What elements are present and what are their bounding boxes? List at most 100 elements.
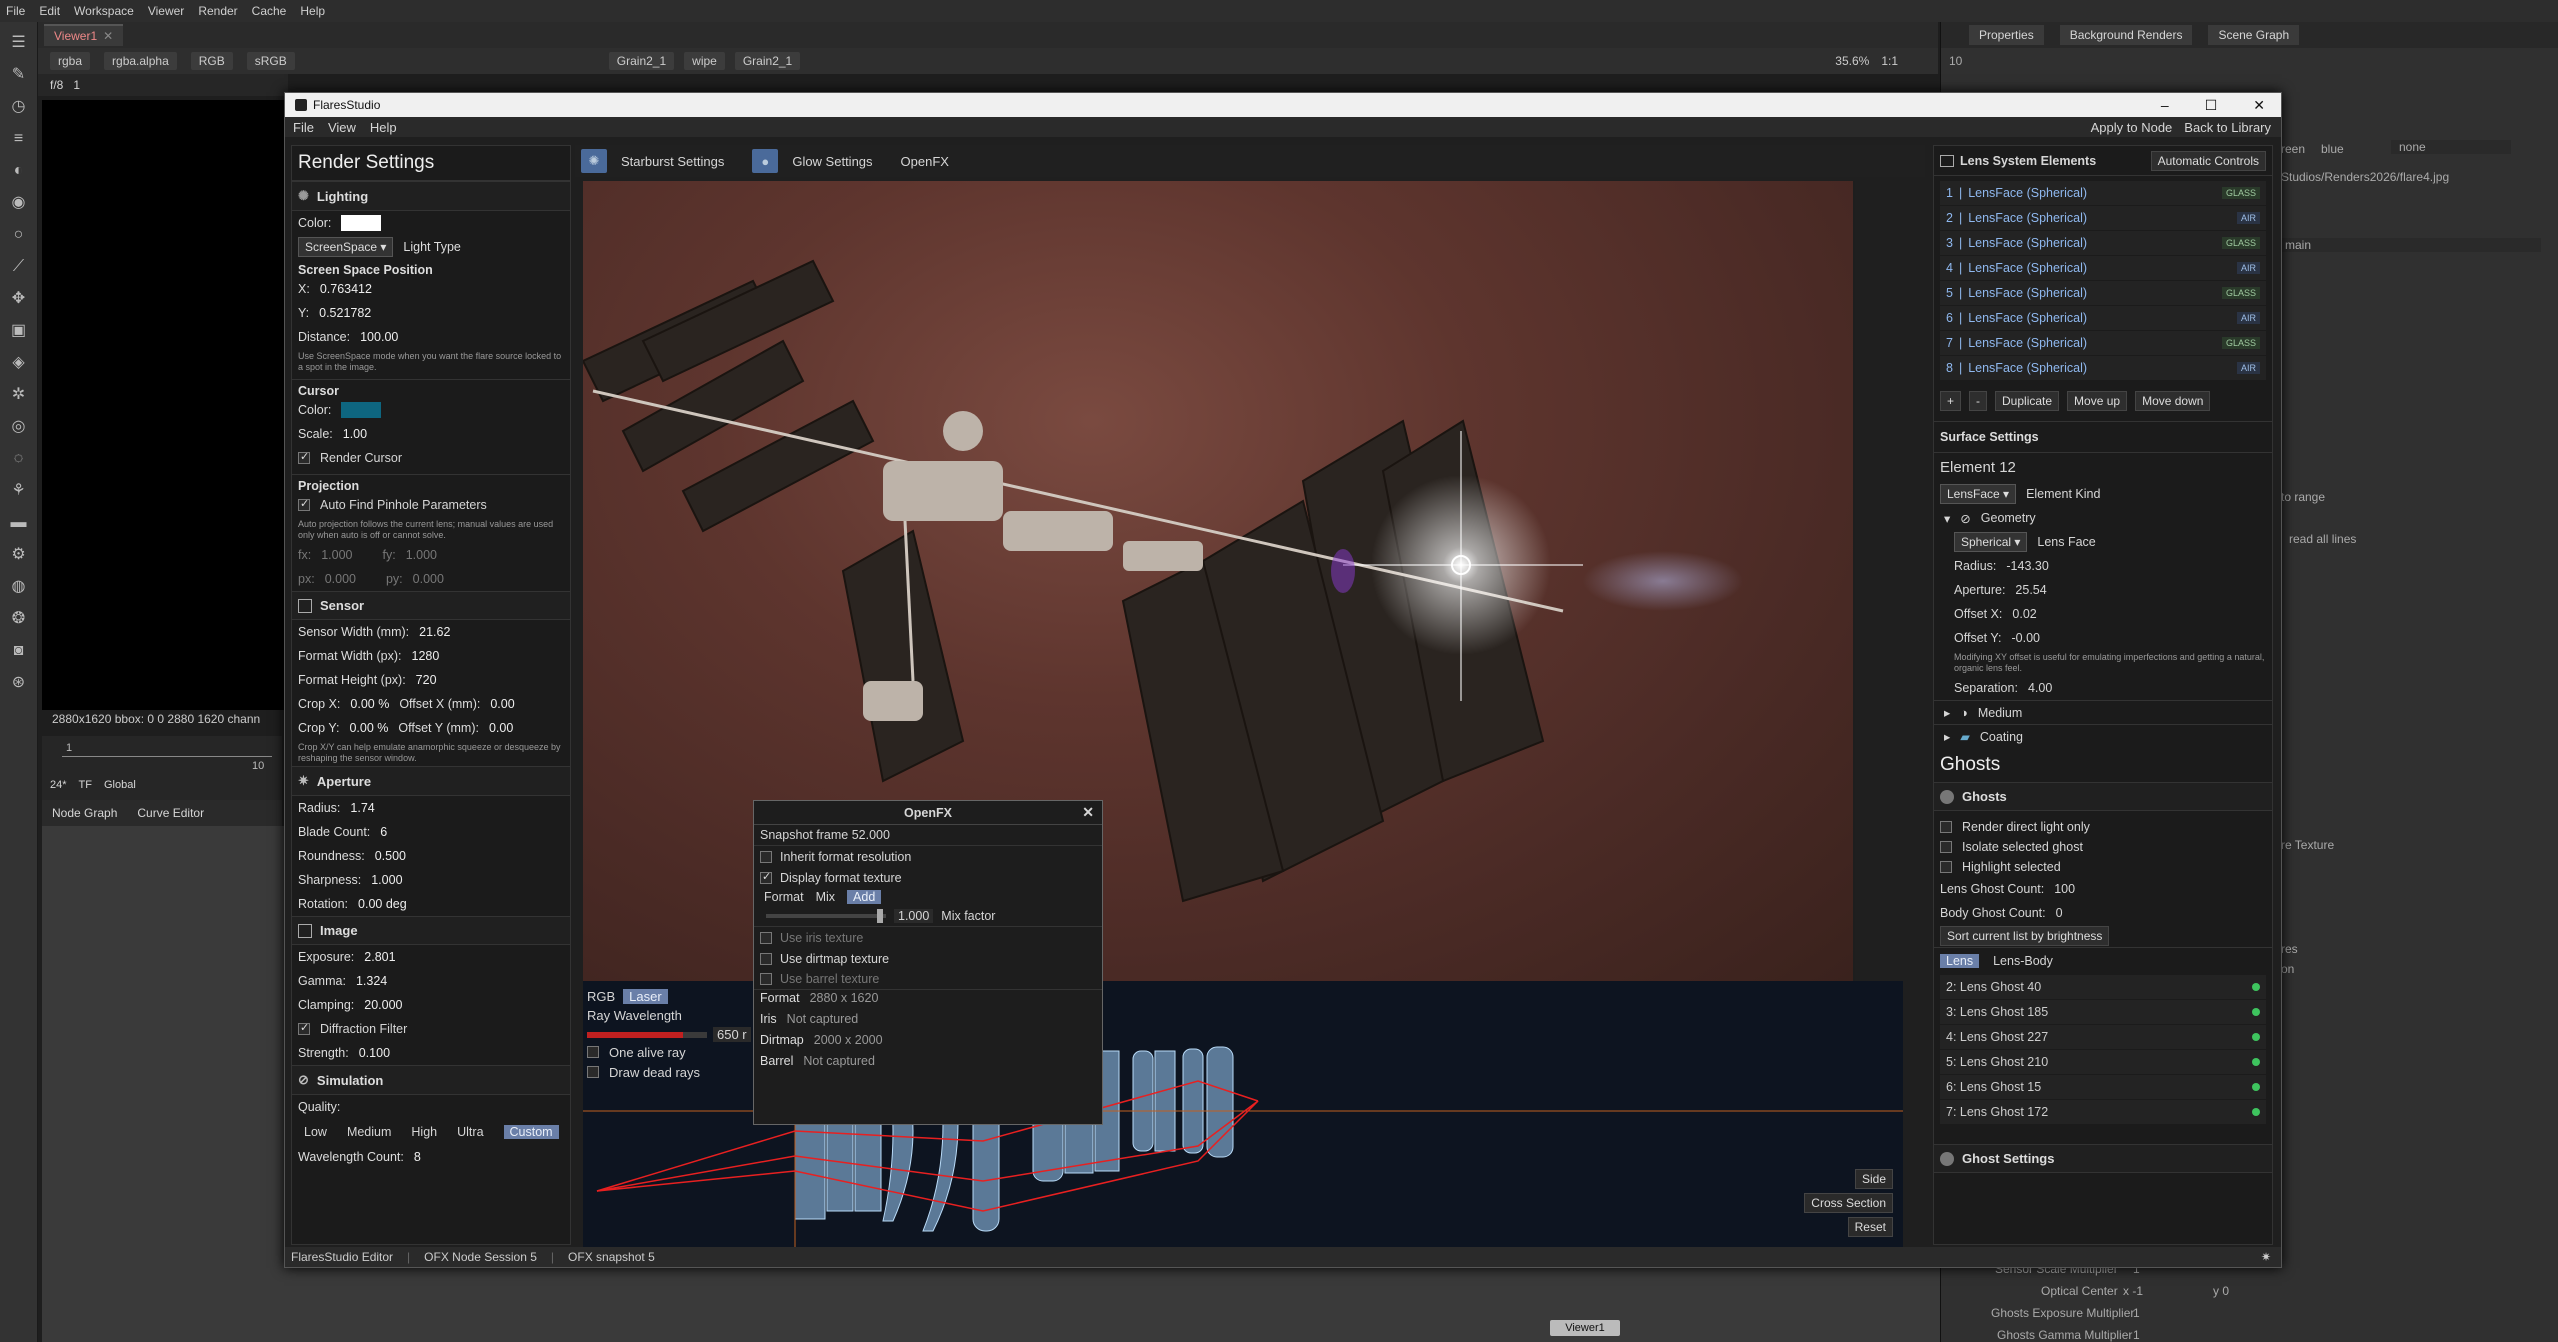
gizmo-icon[interactable]: ◙ xyxy=(8,640,30,662)
inherit-checkbox[interactable] xyxy=(760,850,772,863)
exposure-field[interactable]: 2.801 xyxy=(364,950,395,964)
ssp-x-field[interactable]: 0.763412 xyxy=(320,282,372,296)
list-item[interactable]: 5: Lens Ghost 210 xyxy=(1940,1050,2266,1074)
color-icon[interactable]: ◐ xyxy=(8,160,30,182)
lighting-section-header[interactable]: ✺ Lighting xyxy=(292,181,570,211)
openfx-dialog-titlebar[interactable]: OpenFX ✕ xyxy=(754,801,1102,825)
mix-slider-handle[interactable] xyxy=(877,909,883,923)
crop-x-field[interactable]: 0.00 % xyxy=(350,697,389,711)
quality-ultra[interactable]: Ultra xyxy=(457,1125,483,1139)
alpha-select[interactable]: rgba.alpha xyxy=(104,52,177,70)
render-cursor-checkbox[interactable] xyxy=(298,450,310,464)
max-panels[interactable]: 10 xyxy=(1949,54,1962,68)
aperture-section-header[interactable]: ✷ Aperture xyxy=(292,766,570,796)
toolsets-icon[interactable]: ◎ xyxy=(8,416,30,438)
display-texture-checkbox[interactable] xyxy=(760,870,772,884)
minimize-icon[interactable]: – xyxy=(2161,97,2169,114)
light-type-select[interactable]: ScreenSpace ▾ xyxy=(298,237,394,257)
menu-viewer[interactable]: Viewer xyxy=(148,4,184,18)
layout-icon[interactable]: ☰ xyxy=(8,32,30,54)
glow-icon[interactable]: ● xyxy=(752,149,779,173)
menu-workspace[interactable]: Workspace xyxy=(74,4,134,18)
move-up-button[interactable]: Move up xyxy=(2067,391,2128,411)
deep-icon[interactable]: ⚘ xyxy=(8,480,30,502)
transform-icon[interactable]: ✥ xyxy=(8,288,30,310)
window-titlebar[interactable]: FlaresStudio – ☐ ✕ xyxy=(285,93,2281,117)
tab-node-graph[interactable]: Node Graph xyxy=(52,806,117,820)
channels-select[interactable]: rgba xyxy=(50,52,91,70)
filter-icon[interactable]: ◉ xyxy=(8,192,30,214)
wavelength-value[interactable]: 650 r xyxy=(713,1027,751,1042)
radius-field[interactable]: 1.74 xyxy=(350,801,374,815)
body-ghost-count-field[interactable]: 0 xyxy=(2056,906,2063,920)
one-alive-checkbox[interactable] xyxy=(587,1046,599,1058)
element-kind-select[interactable]: LensFace ▾ xyxy=(1940,484,2017,504)
fy-field[interactable]: 1.000 xyxy=(406,548,437,562)
quality-low[interactable]: Low xyxy=(304,1125,327,1139)
py-field[interactable]: 0.000 xyxy=(413,572,444,586)
close-icon[interactable]: ✕ xyxy=(103,29,113,43)
format-height-field[interactable]: 720 xyxy=(416,673,437,687)
mix-slider[interactable] xyxy=(766,909,886,923)
automatic-controls-button[interactable]: Automatic Controls xyxy=(2150,150,2266,171)
sharpness-field[interactable]: 1.000 xyxy=(371,873,402,887)
plugin-icon[interactable]: ⊛ xyxy=(8,672,30,694)
separation-field[interactable]: 4.00 xyxy=(2028,681,2052,695)
ghost-gamma-value[interactable]: 1 xyxy=(2133,1328,2140,1342)
lens-ghost-count-field[interactable]: 100 xyxy=(2054,882,2075,896)
surface-offx-field[interactable]: 0.02 xyxy=(2012,607,2036,621)
ghost-exposure-value[interactable]: 1 xyxy=(2133,1306,2140,1320)
colorspace-select[interactable]: sRGB xyxy=(246,52,295,70)
auto-find-checkbox[interactable] xyxy=(298,497,310,511)
reset-button[interactable]: Reset xyxy=(1847,1217,1893,1237)
quality-medium[interactable]: Medium xyxy=(347,1125,391,1139)
optical-center-x[interactable]: x -1 xyxy=(2123,1284,2143,1298)
quality-custom[interactable]: Custom xyxy=(503,1125,559,1139)
list-item[interactable]: 3 | LensFace (Spherical) GLASS xyxy=(1940,231,2266,255)
surface-aperture-field[interactable]: 25.54 xyxy=(2015,583,2046,597)
pixel-ratio[interactable]: 1:1 xyxy=(1881,54,1898,68)
metadata-icon[interactable]: ✲ xyxy=(8,384,30,406)
list-item[interactable]: 2 | LensFace (Spherical) AIR xyxy=(1940,206,2266,230)
merge-icon[interactable]: ⟋ xyxy=(8,256,30,278)
mode-mix[interactable]: Mix xyxy=(816,890,835,904)
lens-face-select[interactable]: Spherical ▾ xyxy=(1954,532,2028,552)
move-down-button[interactable]: Move down xyxy=(2135,391,2211,411)
image-section-header[interactable]: Image xyxy=(292,916,570,945)
isolate-checkbox[interactable] xyxy=(1940,841,1952,853)
cursor-color-swatch[interactable] xyxy=(341,402,382,418)
viewer-node[interactable]: Viewer1 xyxy=(1550,1320,1620,1336)
list-item[interactable]: 3: Lens Ghost 185 xyxy=(1940,1000,2266,1024)
add-element-button[interactable]: + xyxy=(1940,391,1962,411)
tab-starburst-settings[interactable]: Starburst Settings xyxy=(621,154,724,169)
render-direct-checkbox[interactable] xyxy=(1940,821,1952,833)
fs-menu-view[interactable]: View xyxy=(328,120,356,135)
starburst-icon[interactable]: ✺ xyxy=(581,149,607,173)
format-width-field[interactable]: 1280 xyxy=(412,649,440,663)
remove-element-button[interactable]: - xyxy=(1969,391,1988,411)
flare-cursor-icon[interactable] xyxy=(1451,555,1471,575)
fps-select[interactable]: 24* xyxy=(50,779,67,791)
zoom-level[interactable]: 35.6% xyxy=(1835,54,1869,68)
list-item[interactable]: 4 | LensFace (Spherical) AIR xyxy=(1940,256,2266,280)
menu-cache[interactable]: Cache xyxy=(252,4,287,18)
channel-blue[interactable]: blue xyxy=(2321,142,2344,156)
clamping-field[interactable]: 20.000 xyxy=(364,998,402,1012)
list-item[interactable]: 5 | LensFace (Spherical) GLASS xyxy=(1940,281,2266,305)
rotation-field[interactable]: 0.00 deg xyxy=(358,897,407,911)
settings-gear-icon[interactable]: ✷ xyxy=(2261,1250,2271,1264)
ghost-settings-header[interactable]: Ghost Settings xyxy=(1934,1144,2272,1173)
global-select[interactable]: Global xyxy=(104,779,136,791)
apply-to-node-button[interactable]: Apply to Node xyxy=(2091,120,2173,135)
distance-field[interactable]: 100.00 xyxy=(360,330,398,344)
input-a-select[interactable]: Grain2_1 xyxy=(608,52,675,70)
list-item[interactable]: 7: Lens Ghost 172 xyxy=(1940,1100,2266,1124)
list-item[interactable]: 1 | LensFace (Spherical) GLASS xyxy=(1940,181,2266,205)
cross-section-button[interactable]: Cross Section xyxy=(1804,1193,1893,1213)
menu-edit[interactable]: Edit xyxy=(39,4,60,18)
ocio-icon[interactable]: ◍ xyxy=(8,576,30,598)
particle-icon[interactable]: ▬ xyxy=(8,512,30,534)
keyer-icon[interactable]: ○ xyxy=(8,224,30,246)
tab-curve-editor[interactable]: Curve Editor xyxy=(137,806,204,820)
draw-dead-checkbox[interactable] xyxy=(587,1066,599,1078)
